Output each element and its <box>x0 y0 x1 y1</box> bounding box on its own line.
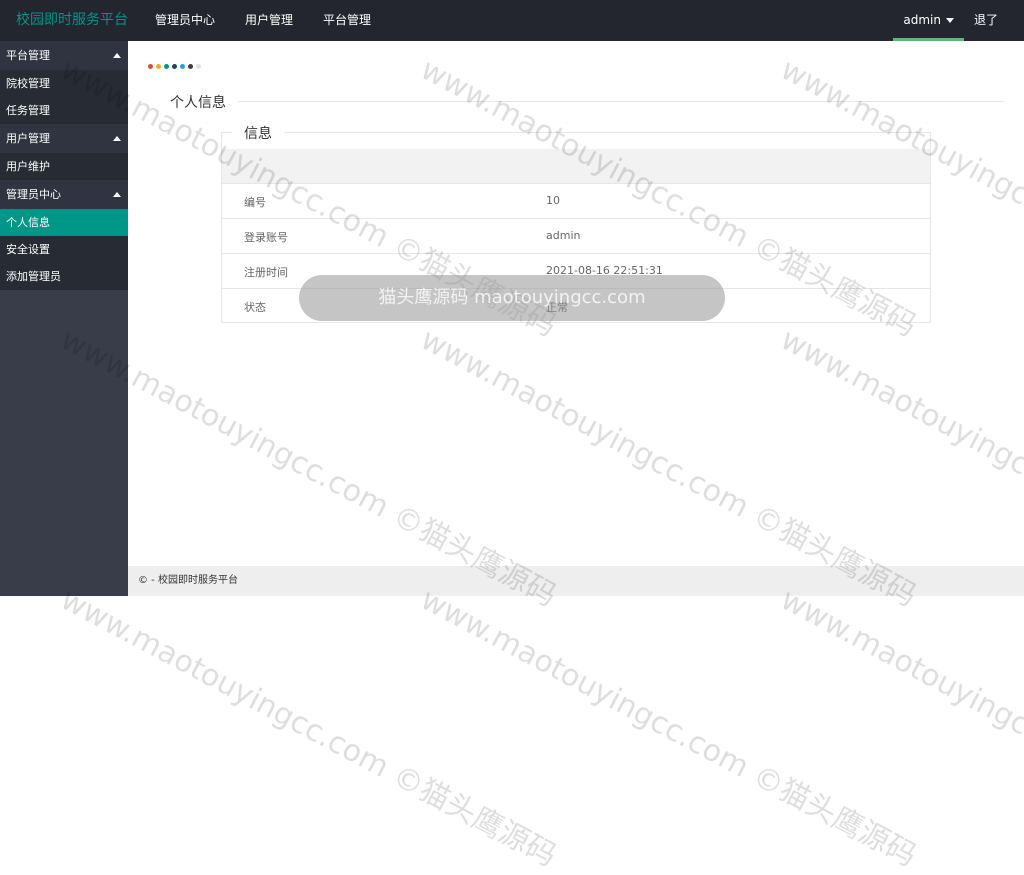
nav-platform-management[interactable]: 平台管理 <box>308 0 386 41</box>
loading-dots <box>148 64 204 69</box>
nav-user-management[interactable]: 用户管理 <box>230 0 308 41</box>
footer-text: © - 校园即时服务平台 <box>138 575 238 586</box>
row-key: 编号 <box>244 196 266 209</box>
caret-down-icon <box>945 18 954 23</box>
loader-dot <box>156 64 161 69</box>
sidebar-item-add-admin[interactable]: 添加管理员 <box>0 263 128 290</box>
caret-up-icon <box>113 192 121 197</box>
table-header <box>222 149 930 183</box>
table-row: 编号 10 <box>222 183 930 218</box>
section-title: 个人信息 <box>158 92 238 112</box>
loader-dot <box>164 64 169 69</box>
sidebar-item-schools[interactable]: 院校管理 <box>0 70 128 97</box>
watermark-text: www.maotouyingcc.com ©猫头鹰源码 <box>774 582 1024 874</box>
sidebar-group-users[interactable]: 用户管理 <box>0 124 128 153</box>
table-row: 登录账号 admin <box>222 218 930 253</box>
sidebar-group-admin[interactable]: 管理员中心 <box>0 180 128 209</box>
watermark-text: www.maotouyingcc.com ©猫头鹰源码 <box>54 582 562 874</box>
user-area: admin 退了 <box>893 0 1024 41</box>
sidebar-group-label: 用户管理 <box>6 132 50 145</box>
sidebar-item-user-maintenance[interactable]: 用户维护 <box>0 153 128 180</box>
app-brand[interactable]: 校园即时服务平台 <box>16 0 128 41</box>
toast-message: 猫头鹰源码 maotouyingcc.com <box>299 275 725 321</box>
sidebar-item-profile[interactable]: 个人信息 <box>0 209 128 236</box>
row-key: 状态 <box>244 301 266 314</box>
row-value: 10 <box>546 194 560 207</box>
section-divider <box>158 101 1004 102</box>
card-title: 信息 <box>232 123 284 143</box>
top-nav: 管理员中心 用户管理 平台管理 <box>140 0 386 41</box>
loader-dot <box>180 64 185 69</box>
logout-link[interactable]: 退了 <box>964 0 1024 41</box>
caret-up-icon <box>113 53 121 58</box>
watermark-text: www.maotouyingcc.com ©猫头鹰源码 <box>414 582 922 874</box>
row-value: admin <box>546 229 581 242</box>
top-bar: 校园即时服务平台 管理员中心 用户管理 平台管理 admin 退了 <box>0 0 1024 41</box>
row-key: 注册时间 <box>244 266 288 279</box>
sidebar-item-tasks[interactable]: 任务管理 <box>0 97 128 124</box>
sidebar: 平台管理 院校管理 任务管理 用户管理 用户维护 管理员中心 个人信息 安全设置… <box>0 41 128 596</box>
user-menu[interactable]: admin <box>893 0 964 41</box>
loader-dot <box>188 64 193 69</box>
caret-up-icon <box>113 136 121 141</box>
sidebar-group-label: 平台管理 <box>6 49 50 62</box>
sidebar-group-label: 管理员中心 <box>6 188 61 201</box>
username: admin <box>903 13 941 27</box>
row-key: 登录账号 <box>244 231 288 244</box>
sidebar-item-security[interactable]: 安全设置 <box>0 236 128 263</box>
loader-dot <box>148 64 153 69</box>
footer: © - 校园即时服务平台 <box>128 566 1024 596</box>
sidebar-group-platform[interactable]: 平台管理 <box>0 41 128 70</box>
nav-admin-center[interactable]: 管理员中心 <box>140 0 230 41</box>
loader-dot <box>172 64 177 69</box>
loader-dot <box>196 64 201 69</box>
